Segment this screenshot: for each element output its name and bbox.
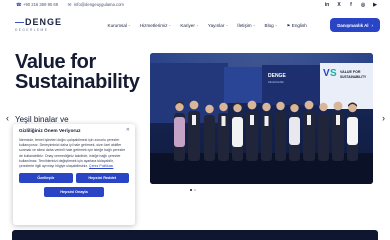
chevron-down-icon: ⌄ (252, 23, 256, 27)
chevron-down-icon: ⌄ (274, 23, 278, 27)
logo-word: —DENGE (15, 17, 63, 27)
banner-vs-mark: V (323, 68, 330, 79)
banner-text-1: VALUE FOR (340, 70, 361, 74)
facebook-icon[interactable]: f (348, 2, 354, 8)
nav-item-hizmetlerimiz[interactable]: Hizmetlerimiz ⌄ (135, 23, 176, 28)
hero-title: Value for Sustainability (15, 51, 140, 93)
consulting-button-label: Danışmanlık Al (337, 22, 369, 28)
banner-vs-mark-2: S (330, 68, 337, 79)
instagram-icon[interactable]: ◎ (360, 2, 366, 8)
site-header: —DENGE DEGERLEME Kurumsal ⌄ Hizmetlerimiz… (0, 10, 390, 40)
banner-sub: DEGERLEME (268, 81, 284, 84)
page: ☎ +90 216 369 90 69 ✉ info@dengeuygulama… (0, 0, 390, 240)
customize-button[interactable]: Özelleştir (19, 173, 73, 184)
slider-next-arrow-icon[interactable]: › (382, 113, 385, 123)
chevron-down-icon: ⌄ (195, 23, 199, 27)
bottom-section (12, 230, 378, 240)
slider-dot[interactable] (194, 189, 196, 191)
nav-item-blog[interactable]: Blog ⌄ (260, 23, 282, 28)
nav-item-kurumsal[interactable]: Kurumsal ⌄ (103, 23, 135, 28)
language-flag-icon: ⚑ (286, 22, 291, 28)
hero-photo: DENGE DEGERLEME V S VALUE FOR SUSTAINABI… (150, 53, 373, 184)
chevron-down-icon: ⌄ (168, 23, 172, 27)
slider-dots (190, 189, 196, 191)
chevron-down-icon: ⌄ (127, 23, 131, 27)
chevron-down-icon: ⌄ (225, 23, 229, 27)
phone-text: +90 216 369 90 69 (23, 2, 59, 7)
youtube-icon[interactable]: ▶ (372, 2, 378, 8)
arrow-right-icon: › (371, 22, 373, 28)
phone-icon: ☎ (16, 2, 22, 7)
top-contact-bar: ☎ +90 216 369 90 69 ✉ info@dengeuygulama… (0, 0, 390, 9)
banner-text-2: SUSTAINABILITY (340, 75, 367, 79)
hero-title-line2: Sustainability (15, 71, 140, 93)
nav-item-iletisim[interactable]: İletişim ⌄ (233, 23, 260, 28)
event-photo-illustration: DENGE DEGERLEME V S VALUE FOR SUSTAINABI… (150, 53, 373, 184)
x-icon[interactable]: X (336, 2, 342, 8)
nav-item-yayinlar[interactable]: Yayınlar ⌄ (203, 23, 232, 28)
hero-title-line1: Value for (15, 51, 96, 73)
social-links: in X f ◎ ▶ (324, 2, 378, 8)
slider-prev-arrow-icon[interactable]: ‹ (6, 113, 9, 123)
nav-item-english[interactable]: ⚑ English (282, 23, 311, 28)
accept-all-button[interactable]: Hepsini Onayla (44, 187, 104, 198)
banner-brand: DENGE (268, 73, 286, 79)
slider-dot-active[interactable] (190, 189, 192, 191)
cookie-consent-dialog: Gizliliğiniz Önem Veriyoruz ✕ İdemizde, … (13, 124, 135, 225)
linkedin-icon[interactable]: in (324, 2, 330, 8)
cookie-body: İdemizde, temel işlevleri doğru çalışabi… (19, 138, 129, 169)
logo[interactable]: —DENGE DEGERLEME (15, 17, 61, 33)
phone-contact[interactable]: ☎ +90 216 369 90 69 (16, 2, 58, 7)
reject-all-button[interactable]: Hepsini Reddet (75, 173, 129, 184)
cookie-button-row: Özelleştir Hepsini Reddet (19, 173, 129, 184)
hero-subtitle: Yeşil binalar ve (15, 115, 69, 124)
email-contact[interactable]: ✉ info@dengeuygulama.com (67, 2, 124, 7)
email-text: info@dengeuygulama.com (74, 2, 124, 7)
nav-item-kariyer[interactable]: Kariyer ⌄ (176, 23, 204, 28)
logo-sub: DEGERLEME (15, 28, 49, 32)
cookie-policy-link[interactable]: Çerez Politikası (89, 164, 113, 168)
cookie-title: Gizliliğiniz Önem Veriyoruz (19, 129, 81, 134)
consulting-button[interactable]: Danışmanlık Al › (330, 18, 380, 32)
main-nav: Kurumsal ⌄ Hizmetlerimiz ⌄ Kariyer ⌄ Yayınl… (103, 23, 311, 28)
mail-icon: ✉ (67, 2, 72, 7)
close-icon[interactable]: ✕ (126, 127, 130, 133)
